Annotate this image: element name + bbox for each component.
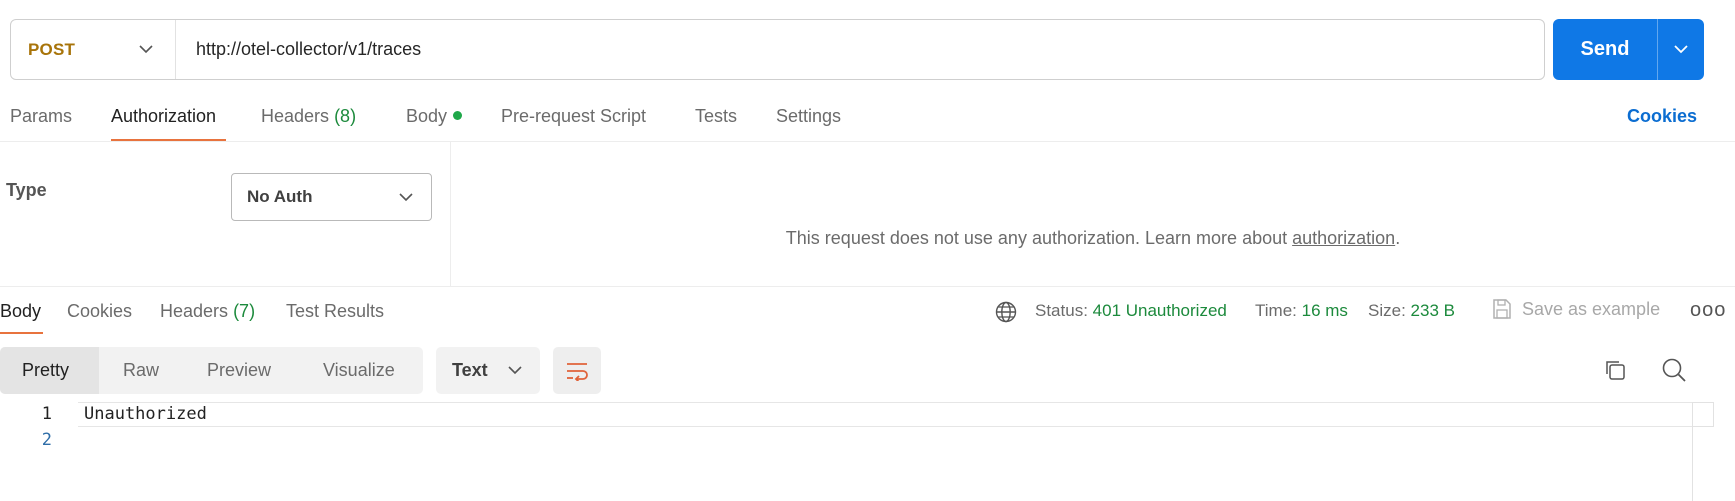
view-pretty[interactable]: Pretty (0, 347, 99, 394)
method-select[interactable]: POST (11, 20, 176, 79)
method-label: POST (28, 39, 76, 59)
view-raw[interactable]: Raw (99, 347, 173, 394)
tab-headers-label: Headers (261, 106, 330, 126)
request-tabs: Params Authorization Headers (8) Body Pr… (0, 96, 1735, 142)
auth-type-panel: Type No Auth (0, 142, 451, 287)
size-label: Size: (1368, 301, 1406, 320)
search-response-button[interactable] (1661, 357, 1687, 388)
view-visualize[interactable]: Visualize (293, 347, 423, 394)
send-button[interactable]: Send (1553, 19, 1657, 80)
cookies-link[interactable]: Cookies (1627, 106, 1697, 127)
tab-authorization[interactable]: Authorization (111, 106, 216, 127)
response-status: Status: 401 Unauthorized (1035, 301, 1227, 321)
tab-headers[interactable]: Headers (8) (261, 106, 356, 127)
tab-params[interactable]: Params (10, 106, 72, 127)
response-body-editor[interactable]: 1 Unauthorized 2 (0, 402, 1735, 501)
response-tab-cookies[interactable]: Cookies (67, 301, 132, 322)
copy-response-button[interactable] (1603, 358, 1627, 387)
url-input[interactable]: http://otel-collector/v1/traces (176, 39, 421, 60)
send-options-button[interactable] (1657, 19, 1704, 80)
wrap-lines-button[interactable] (553, 347, 601, 394)
response-size: Size: 233 B (1368, 301, 1455, 321)
wrap-lines-icon (567, 362, 588, 381)
chevron-down-icon (508, 366, 522, 375)
status-label: Status: (1035, 301, 1088, 320)
response-time: Time: 16 ms (1255, 301, 1348, 321)
line-number: 1 (41, 404, 52, 424)
response-tab-headers-count: (7) (233, 301, 256, 321)
tab-headers-count: (8) (334, 106, 357, 126)
response-tab-headers-label: Headers (160, 301, 229, 321)
response-tab-headers[interactable]: Headers (7) (160, 301, 255, 322)
time-value: 16 ms (1301, 301, 1348, 320)
current-line-highlight (78, 402, 1692, 427)
tab-body[interactable]: Body (406, 106, 463, 127)
auth-type-select[interactable]: No Auth (231, 173, 432, 221)
auth-type-value: No Auth (247, 187, 313, 206)
authorization-docs-link[interactable]: authorization (1292, 228, 1395, 248)
request-url-bar: POST http://otel-collector/v1/traces (10, 19, 1545, 80)
tab-body-label: Body (406, 106, 448, 126)
tab-settings[interactable]: Settings (776, 106, 841, 127)
chevron-down-icon (139, 45, 153, 54)
globe-icon[interactable] (995, 301, 1017, 323)
editor-minimap-box (1692, 402, 1714, 427)
size-value: 233 B (1410, 301, 1455, 320)
save-as-example-button[interactable]: Save as example (1492, 298, 1660, 320)
chevron-down-icon (399, 192, 413, 201)
response-format-value: Text (452, 360, 488, 380)
response-view-switch: Pretty Raw Preview Visualize (0, 347, 423, 394)
save-as-example-label: Save as example (1522, 298, 1661, 319)
auth-message: This request does not use any authorizat… (451, 228, 1735, 249)
chevron-down-icon (1674, 45, 1688, 54)
auth-message-suffix: . (1395, 228, 1401, 248)
line-number: 2 (41, 430, 52, 450)
response-tab-body[interactable]: Body (0, 301, 41, 322)
view-preview[interactable]: Preview (173, 347, 293, 394)
status-value: 401 Unauthorized (1092, 301, 1227, 320)
search-icon (1662, 358, 1686, 382)
save-icon (1493, 299, 1511, 319)
body-indicator-dot (453, 111, 463, 120)
auth-message-text: This request does not use any authorizat… (785, 228, 1293, 248)
pane-divider (0, 286, 1735, 287)
response-active-tab-underline (0, 332, 43, 334)
auth-type-label: Type (6, 180, 47, 200)
response-format-select[interactable]: Text (436, 347, 540, 394)
send-button-group: Send (1553, 19, 1704, 80)
time-label: Time: (1255, 301, 1297, 320)
tab-tests[interactable]: Tests (695, 106, 737, 127)
response-tab-test-results[interactable]: Test Results (286, 301, 384, 322)
more-options-icon[interactable]: ooo (1690, 299, 1726, 322)
active-tab-underline (111, 139, 226, 141)
copy-icon (1606, 361, 1625, 380)
code-line: Unauthorized (84, 404, 207, 424)
tab-pre-request-script[interactable]: Pre-request Script (501, 106, 646, 127)
auth-message-panel: This request does not use any authorizat… (451, 142, 1735, 287)
